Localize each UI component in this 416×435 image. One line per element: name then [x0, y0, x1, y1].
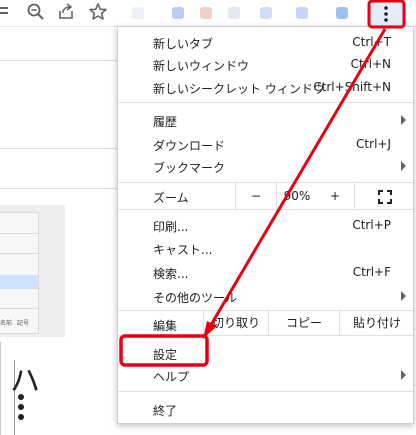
menu-item-label: ダウンロード	[153, 139, 226, 153]
zoom-level: 90%	[276, 183, 317, 209]
extension-icon[interactable]	[260, 7, 272, 19]
fullscreen-icon	[377, 189, 392, 204]
menu-item-exit[interactable]: 終了	[118, 398, 413, 420]
menu-item-label: 印刷...	[153, 220, 189, 234]
extension-icon[interactable]	[296, 7, 308, 19]
page-divider	[0, 60, 118, 61]
glyph-dots	[18, 394, 26, 424]
more-menu-button[interactable]	[370, 1, 404, 27]
menu-item-downloads[interactable]: ダウンロード Ctrl+J	[118, 133, 413, 155]
menu-item-settings[interactable]: 設定	[118, 342, 413, 364]
menu-item-bookmarks[interactable]: ブックマーク	[118, 155, 413, 177]
menu-item-history[interactable]: 履歴	[118, 109, 413, 131]
menu-item-label: ブックマーク	[153, 161, 226, 175]
menu-item-more-tools[interactable]: その他のツール	[118, 285, 413, 307]
menu-item-label: 履歴	[153, 115, 178, 129]
menu-separator	[118, 391, 413, 392]
fullscreen-button[interactable]	[354, 183, 414, 209]
dialog-footer-name: 名前	[0, 320, 13, 327]
extension-icon[interactable]	[172, 7, 184, 19]
share-icon[interactable]	[56, 2, 76, 22]
extension-icon[interactable]	[228, 7, 240, 19]
menu-item-label: ヘルプ	[153, 370, 190, 384]
submenu-arrow-icon	[401, 291, 406, 301]
menu-item-label: その他のツール	[153, 291, 238, 305]
menu-item-label: 新しいウィンドウ	[153, 59, 250, 73]
extension-icon[interactable]	[200, 7, 212, 19]
menu-item-label: 新しいタブ	[153, 37, 214, 51]
symbol-dialog	[0, 212, 39, 334]
menu-item-label: 終了	[153, 404, 178, 418]
extension-icon[interactable]	[132, 7, 144, 19]
submenu-arrow-icon	[401, 370, 406, 380]
menu-item-label: 新しいシークレット ウィンドウ	[153, 82, 325, 96]
dialog-footer-symbol: 記号	[17, 320, 30, 327]
menu-item-cast[interactable]: キャスト...	[118, 237, 413, 259]
edit-control: 編集 切り取り コピー 貼り付け	[118, 311, 413, 335]
dialog-footer: 名前 記号	[0, 318, 62, 330]
zoom-icon[interactable]	[26, 2, 46, 22]
menu-separator	[118, 209, 413, 210]
bookmark-star-icon[interactable]	[88, 2, 108, 22]
zoom-control: ズーム − 90% +	[118, 183, 413, 209]
menu-item-shortcut: Ctrl+N	[350, 57, 391, 71]
menu-item-shortcut: Ctrl+J	[356, 137, 391, 151]
menu-separator	[118, 335, 413, 336]
submenu-arrow-icon	[401, 161, 406, 171]
zoom-out-button[interactable]: −	[235, 183, 276, 209]
menu-item-shortcut: Ctrl+F	[352, 265, 391, 279]
menu-item-label: 設定	[153, 348, 178, 362]
copy-button[interactable]: コピー	[268, 311, 339, 335]
list-icon[interactable]	[0, 2, 20, 22]
menu-item-find[interactable]: 検索... Ctrl+F	[118, 261, 413, 283]
page-divider	[0, 188, 118, 189]
menu-item-label: キャスト...	[153, 243, 213, 257]
submenu-arrow-icon	[401, 115, 406, 125]
menu-item-new-tab[interactable]: 新しいタブ Ctrl+T	[118, 31, 413, 53]
cut-button[interactable]: 切り取り	[203, 311, 268, 335]
menu-item-shortcut: Ctrl+P	[352, 218, 391, 232]
menu-separator	[118, 102, 413, 103]
extension-icon[interactable]	[336, 7, 348, 19]
edit-label: 編集	[153, 319, 178, 333]
more-menu-icon	[384, 6, 388, 22]
zoom-in-button[interactable]: +	[317, 183, 353, 209]
dialog-selected-row[interactable]	[0, 275, 38, 289]
chrome-main-menu: 新しいタブ Ctrl+T 新しいウィンドウ Ctrl+N 新しいシークレット ウ…	[117, 26, 414, 424]
extension-icons	[128, 3, 368, 23]
page-divider	[0, 148, 118, 149]
menu-item-new-window[interactable]: 新しいウィンドウ Ctrl+N	[118, 53, 413, 75]
zoom-label: ズーム	[153, 191, 189, 205]
menu-item-new-incognito-window[interactable]: 新しいシークレット ウィンドウ Ctrl+Shift+N	[118, 76, 413, 98]
menu-item-print[interactable]: 印刷... Ctrl+P	[118, 214, 413, 236]
menu-item-label: 検索...	[153, 267, 189, 281]
browser-toolbar	[0, 0, 416, 27]
menu-item-help[interactable]: ヘルプ	[118, 364, 413, 386]
menu-item-shortcut: Ctrl+T	[352, 35, 391, 49]
paste-button[interactable]: 貼り付け	[339, 311, 414, 335]
menu-item-shortcut: Ctrl+Shift+N	[313, 80, 391, 94]
